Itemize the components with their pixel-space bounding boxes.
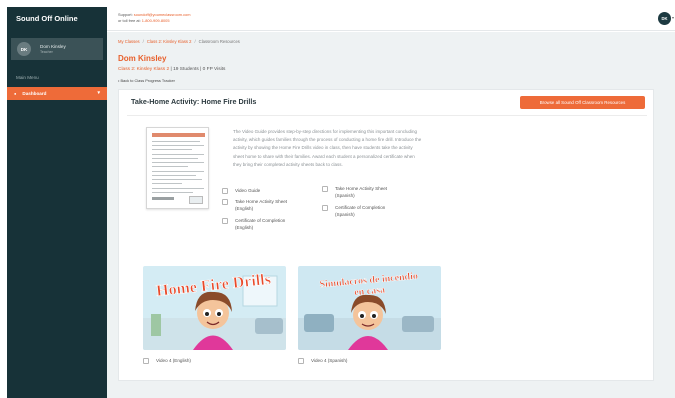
activity-card: Take-Home Activity: Home Fire Drills Bro… xyxy=(118,89,654,381)
class-name: Class 2: Kinsley Klass 2 xyxy=(118,67,170,72)
checkbox[interactable] xyxy=(298,358,304,364)
video-spanish-item[interactable]: Video 4 (Spanish) xyxy=(298,357,347,364)
video-thumbnail-spanish[interactable]: Simulacros de incendio en casa xyxy=(298,266,441,350)
page-title: Dom Kinsley xyxy=(118,54,167,63)
sidebar-item-dashboard[interactable]: ● Dashboard ▾ xyxy=(7,87,107,100)
breadcrumb-separator: / xyxy=(194,39,196,44)
file-label: Take Home Activity Sheet (Spanish) xyxy=(335,186,388,199)
support-email-link[interactable]: soundoff@youmeclassroom.com xyxy=(134,12,191,17)
student-count: 19 Students xyxy=(173,67,199,72)
file-label: Take Home Activity Sheet (English) xyxy=(235,199,288,212)
breadcrumb-my-classes[interactable]: My Classes xyxy=(118,39,140,44)
file-activity-sheet-spanish[interactable]: Take Home Activity Sheet (Spanish) xyxy=(322,185,395,200)
file-video-guide[interactable]: Video Guide xyxy=(222,187,295,194)
avatar: DK xyxy=(17,42,31,56)
chevron-down-icon: ▾ xyxy=(97,90,100,96)
class-info: Class 2: Kinsley Klass 2 | 19 Students |… xyxy=(118,67,225,72)
main-menu-label: Main Menu xyxy=(16,75,39,80)
checkbox[interactable] xyxy=(322,186,328,192)
file-activity-sheet-english[interactable]: Take Home Activity Sheet (English) xyxy=(222,198,295,213)
support-info: Support: soundoff@youmeclassroom.com or … xyxy=(118,12,190,24)
sidebar-item-label: Dashboard xyxy=(22,91,47,96)
main-content: My Classes / Class 2: Kinsley Klass 2/Clas… xyxy=(107,32,675,398)
browse-resources-button[interactable]: Browse all Sound Off Classroom Resources xyxy=(520,96,645,109)
user-role: Teacher xyxy=(40,50,53,54)
sidebar: Sound Off Online DK Dom Kinsley Teacher … xyxy=(7,7,107,398)
tollfree-number[interactable]: 1-800-909-8005 xyxy=(142,18,170,23)
support-prefix: Support: xyxy=(118,12,134,17)
checkbox[interactable] xyxy=(222,188,228,194)
video-label: Video 4 (Spanish) xyxy=(311,358,348,363)
user-name: Dom Kinsley xyxy=(40,44,66,49)
visit-count: 0 FP Visits xyxy=(202,67,226,72)
video-english-item[interactable]: Video 4 (English) xyxy=(143,357,191,364)
file-list: Video Guide Take Home Activity Sheet (En… xyxy=(222,185,452,247)
brand-logo[interactable]: Sound Off Online xyxy=(7,7,107,29)
video-label: Video 4 (English) xyxy=(156,358,191,363)
breadcrumb-class[interactable]: Class 2: Kinsley Klass 2 xyxy=(147,39,192,44)
checkbox[interactable] xyxy=(143,358,149,364)
user-card[interactable]: DK Dom Kinsley Teacher xyxy=(11,38,103,60)
activity-description: The Video Guide provides step-by-step di… xyxy=(233,129,422,167)
dot-icon: ● xyxy=(14,91,17,96)
account-avatar[interactable]: DK xyxy=(658,12,671,25)
file-label: Certificate of Completion (Spanish) xyxy=(335,205,386,218)
checkbox[interactable] xyxy=(322,205,328,211)
file-label: Video Guide xyxy=(235,188,261,193)
back-to-tracker-link[interactable]: • Back to Class Progress Tracker xyxy=(118,78,175,83)
tollfree-prefix: or toll free at: xyxy=(118,18,142,23)
activity-sheet-thumbnail[interactable] xyxy=(146,127,209,209)
breadcrumb-separator: / xyxy=(142,39,144,44)
checkbox[interactable] xyxy=(222,199,228,205)
card-title: Take-Home Activity: Home Fire Drills xyxy=(131,97,257,106)
video-thumbnail-english[interactable]: Home Fire Drills xyxy=(143,266,286,350)
file-label: Certificate of Completion (English) xyxy=(235,218,286,231)
file-certificate-spanish[interactable]: Certificate of Completion (Spanish) xyxy=(322,204,395,219)
topbar: Support: soundoff@youmeclassroom.com or … xyxy=(107,7,675,31)
file-certificate-english[interactable]: Certificate of Completion (English) xyxy=(222,217,295,232)
breadcrumb: My Classes / Class 2: Kinsley Klass 2/Clas… xyxy=(118,39,240,44)
divider xyxy=(127,115,647,116)
breadcrumb-current: Classroom Resources xyxy=(198,39,240,44)
chevron-down-icon[interactable]: ▾ xyxy=(672,15,674,20)
checkbox[interactable] xyxy=(222,218,228,224)
